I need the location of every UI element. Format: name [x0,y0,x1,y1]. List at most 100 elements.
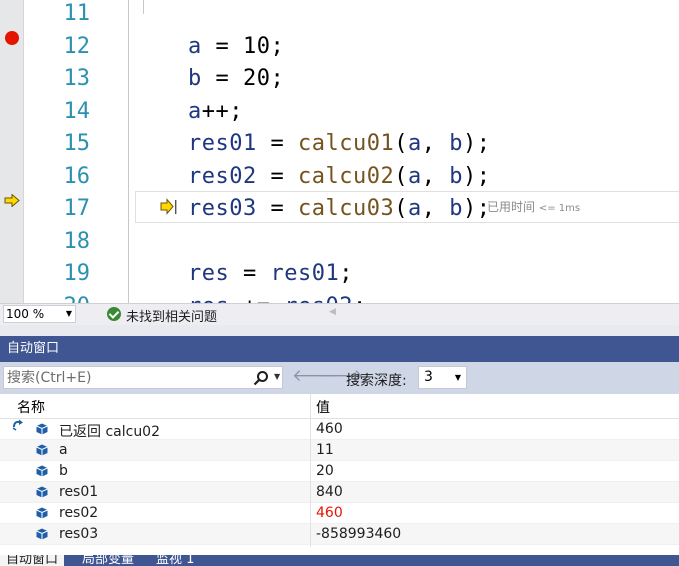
code-token: a [407,196,422,221]
code-token: b [449,163,463,189]
perf-tip[interactable]: 已用时间 <= 1ms [487,198,580,215]
code-line[interactable]: res01 = calcu01(a, b); [188,128,490,160]
code-token: ( [394,163,408,189]
tab-1[interactable]: 局部变量 [76,555,140,566]
code-token: res01 [270,261,340,286]
grid-header: 名称 值 [0,394,679,419]
code-token: a [188,98,202,124]
field-cube-icon [36,465,48,477]
line-number: 11 [63,1,91,26]
table-row[interactable]: res01 840 [0,482,679,503]
code-line[interactable]: res = res01; [188,258,353,290]
search-depth-select[interactable]: 3 ▼ [418,366,467,389]
field-cube-icon [36,423,48,435]
tab-0[interactable]: 自动窗口 [0,555,65,566]
code-token: res02 [188,163,257,189]
code-token: res01 [188,131,257,156]
code-line[interactable]: a = 10; [188,31,284,63]
field-cube-icon [36,528,48,540]
chevron-down-icon: ▼ [65,309,72,318]
search-options-chevron-icon[interactable]: ▼ [274,372,280,381]
code-token: ; [353,294,367,304]
variable-value[interactable]: 460 [316,505,343,521]
search-input[interactable] [7,368,237,387]
line-number: 13 [63,66,91,91]
code-token: = [256,163,298,189]
code-token: ); [462,131,491,156]
code-token: calcu01 [297,131,395,156]
panel-splitter[interactable] [0,325,679,336]
code-token: a [407,163,422,189]
column-header-value[interactable]: 值 [316,397,330,417]
code-token: a [188,33,202,59]
code-editor[interactable]: 11121314151617181920 a = 10;b = 20;a++;r… [0,0,679,303]
column-divider[interactable] [310,394,311,547]
code-line[interactable]: a++; [188,96,243,128]
line-number-gutter: 11 12 13 14 15 16 17 18 19 20 [24,0,91,304]
check-circle-icon [107,307,121,321]
variable-name: a [59,442,68,458]
variable-value[interactable]: 840 [316,484,343,500]
table-row[interactable]: res02 460 [0,503,679,524]
zoom-value: 100 % [6,307,45,321]
code-token: res [188,261,230,286]
perf-tip-time: <= 1ms [538,203,581,214]
field-cube-icon [36,507,48,519]
search-depth-label: 搜索深度: [346,373,407,389]
code-token: b [449,131,463,156]
code-token: res02 [284,294,353,304]
code-token: ( [394,196,408,221]
autos-grid[interactable]: 名称 值 已返回 calcu02 460 a 11 b 20 res01 840 res02 46… [0,394,679,547]
code-line[interactable]: res02 = calcu02(a, b); [188,161,490,193]
code-token: res [188,294,229,304]
code-token: ++; [201,98,243,124]
autos-window-title[interactable]: 自动窗口 [0,336,679,362]
code-token: b [188,66,202,91]
table-row[interactable]: 已返回 calcu02 460 [0,419,679,440]
current-statement-arrow-icon [4,194,20,207]
code-token: , [421,196,450,221]
run-to-click-icon[interactable] [160,198,178,216]
field-cube-icon [36,486,48,498]
breakpoint-icon[interactable] [5,31,19,45]
variable-name: res02 [59,505,99,521]
code-token: b [449,196,463,221]
variable-value[interactable]: -858993460 [316,526,401,542]
tab-2[interactable]: 监视 1 [150,555,200,566]
line-number: 12 [63,33,91,59]
search-icon[interactable] [253,370,269,386]
code-token: ( [394,131,408,156]
code-token: = [229,261,271,286]
code-line[interactable]: b = 20; [188,63,284,95]
code-line[interactable]: res03 = calcu03(a, b); [188,193,490,225]
line-number: 14 [63,98,91,124]
column-header-name[interactable]: 名称 [17,397,45,417]
line-number: 15 [63,131,91,156]
variable-value[interactable]: 11 [316,442,334,458]
search-box[interactable]: ▼ [3,366,283,389]
code-token: res03 [188,196,257,221]
code-token: = [256,196,298,221]
line-number: 19 [63,261,91,286]
table-row[interactable]: a 11 [0,440,679,461]
glyph-margin[interactable] [0,0,24,303]
autos-toolbar: ▼ 🡐 🡒 搜索深度: 3 ▼ [0,362,679,394]
code-token: = [256,131,298,156]
variable-name: res01 [59,484,99,500]
scroll-left-arrow-icon[interactable]: ◀ [329,307,336,317]
table-row[interactable]: res03 -858993460 [0,524,679,545]
code-token: , [421,131,450,156]
code-token: , [421,163,450,189]
table-row[interactable]: b 20 [0,461,679,482]
code-token: ); [462,163,491,189]
code-token: a [407,131,422,156]
variable-value[interactable]: 20 [316,463,334,479]
line-number: 16 [63,163,91,189]
variable-value[interactable]: 460 [316,421,343,437]
zoom-select[interactable]: 100 % ▼ [3,305,76,323]
issues-status[interactable]: 未找到相关问题 [126,306,217,325]
line-number: 20 [24,291,91,304]
line-number: 17 [63,196,91,221]
field-cube-icon [36,444,48,456]
code-line[interactable]: res += res02; [188,291,367,304]
